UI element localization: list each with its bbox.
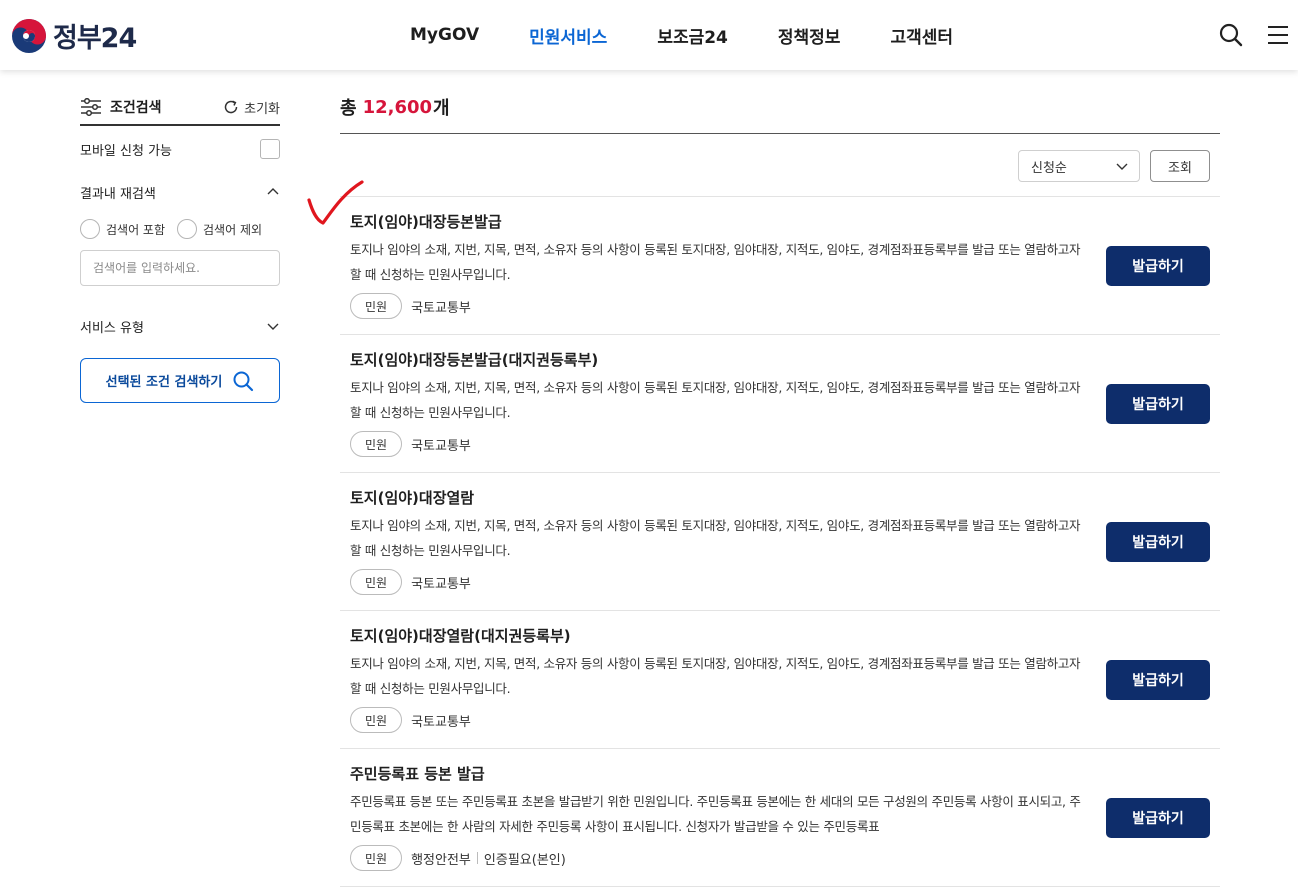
- item-title[interactable]: 토지(임야)대장열람(대지권등록부): [350, 625, 1220, 647]
- filter-header: 조건검색 초기화: [80, 90, 280, 126]
- service-type-section-header[interactable]: 서비스 유형: [80, 316, 280, 336]
- category-tag: 민원: [350, 569, 403, 595]
- main-nav: MyGOV 민원서비스 보조금24 정책정보 고객센터: [385, 0, 978, 70]
- search-icon[interactable]: [1218, 22, 1244, 48]
- item-title[interactable]: 토지(임야)대장열람: [350, 487, 1220, 509]
- category-tag: 민원: [350, 431, 403, 457]
- issue-button[interactable]: 발급하기: [1106, 798, 1210, 838]
- issue-button[interactable]: 발급하기: [1106, 384, 1210, 424]
- list-item: 토지(임야)대장등본발급(대지권등록부) 토지나 임야의 소재, 지번, 지목,…: [340, 335, 1220, 473]
- reset-button[interactable]: 초기화: [222, 98, 280, 117]
- nav-subsidy24[interactable]: 보조금24: [657, 23, 728, 48]
- radio-exclude-circle[interactable]: [177, 219, 198, 239]
- list-item: 토지(임야)대장등본발급 토지나 임야의 소재, 지번, 지목, 면적, 소유자…: [340, 197, 1220, 335]
- total-count: 12,600: [362, 96, 433, 118]
- item-description: 토지나 임야의 소재, 지번, 지목, 면적, 소유자 등의 사항이 등록된 토…: [350, 518, 1081, 558]
- site-header: 정부24 MyGOV 민원서비스 보조금24 정책정보 고객센터: [0, 0, 1298, 70]
- logo-text: 정부24: [53, 23, 137, 54]
- taegeuk-logo-icon: [11, 18, 47, 54]
- apply-filter-button[interactable]: 선택된 조건 검색하기: [80, 358, 280, 403]
- item-meta: 민원 국토교통부: [350, 569, 1220, 595]
- filter-sidebar: 조건검색 초기화 모바일 신청 가능 결과내 재검색 검색어 포함 검색어 제외…: [80, 90, 280, 403]
- filter-title: 조건검색: [80, 97, 162, 117]
- list-item: 주민등록표 등본 발급 주민등록표 등본 또는 주민등록표 초본을 발급받기 위…: [340, 749, 1220, 887]
- chevron-up-icon[interactable]: [266, 187, 280, 197]
- department: 국토교통부: [411, 438, 471, 454]
- category-tag: 민원: [350, 707, 403, 733]
- reset-label: 초기화: [244, 101, 280, 117]
- item-title[interactable]: 주민등록표 등본 발급: [350, 763, 1220, 785]
- divider: [340, 133, 1220, 134]
- list-item: 토지(임야)대장열람(대지권등록부) 토지나 임야의 소재, 지번, 지목, 면…: [340, 611, 1220, 749]
- nav-civil-services[interactable]: 민원서비스: [529, 23, 607, 48]
- department: 행정안전부: [411, 852, 471, 868]
- sort-select[interactable]: 신청순: [1018, 150, 1140, 182]
- research-input[interactable]: [80, 250, 280, 286]
- item-title[interactable]: 토지(임야)대장등본발급: [350, 211, 1220, 233]
- refresh-icon: [224, 100, 238, 114]
- mobile-filter-checkbox[interactable]: [260, 139, 280, 159]
- logo[interactable]: 정부24: [11, 16, 137, 55]
- item-title[interactable]: 토지(임야)대장등본발급(대지권등록부): [350, 349, 1220, 371]
- result-toolbar: 신청순 조회: [1018, 150, 1210, 182]
- research-label: 결과내 재검색: [80, 186, 156, 202]
- item-meta: 민원 국토교통부: [350, 707, 1220, 733]
- issue-button[interactable]: 발급하기: [1106, 522, 1210, 562]
- issue-button[interactable]: 발급하기: [1106, 660, 1210, 700]
- nav-mygov[interactable]: MyGOV: [410, 25, 479, 45]
- radio-exclude-label: 검색어 제외: [203, 222, 263, 237]
- auth-required-label: 인증필요(본인): [477, 849, 566, 868]
- results-area: 총 12,600 개 신청순 조회 토지(임야)대장등본발급 토지나 임야의 소…: [340, 90, 1220, 887]
- list-item: 토지(임야)대장열람 토지나 임야의 소재, 지번, 지목, 면적, 소유자 등…: [340, 473, 1220, 611]
- hamburger-menu-icon[interactable]: [1265, 22, 1291, 48]
- radio-include-circle[interactable]: [80, 219, 100, 239]
- item-meta: 민원 국토교통부: [350, 431, 1220, 457]
- total-prefix: 총: [340, 98, 357, 119]
- search-icon: [233, 371, 254, 391]
- nav-policy-info[interactable]: 정책정보: [778, 23, 841, 48]
- query-button[interactable]: 조회: [1150, 150, 1210, 182]
- department: 국토교통부: [411, 714, 471, 730]
- issue-button[interactable]: 발급하기: [1106, 246, 1210, 286]
- chevron-down-icon[interactable]: [266, 321, 280, 331]
- chevron-down-icon: [1116, 163, 1128, 170]
- item-description: 주민등록표 등본 또는 주민등록표 초본을 발급받기 위한 민원입니다. 주민등…: [350, 794, 1081, 834]
- department: 국토교통부: [411, 576, 471, 592]
- filter-title-label: 조건검색: [110, 100, 162, 116]
- total-suffix: 개: [433, 98, 450, 119]
- nav-customer-center[interactable]: 고객센터: [890, 23, 953, 48]
- service-type-label: 서비스 유형: [80, 320, 144, 336]
- sort-selected: 신청순: [1031, 160, 1067, 176]
- search-scope-radios: 검색어 포함 검색어 제외: [80, 218, 280, 240]
- mobile-filter-row: 모바일 신청 가능: [80, 138, 280, 160]
- item-description: 토지나 임야의 소재, 지번, 지목, 면적, 소유자 등의 사항이 등록된 토…: [350, 380, 1081, 420]
- category-tag: 민원: [350, 845, 403, 871]
- result-list: 토지(임야)대장등본발급 토지나 임야의 소재, 지번, 지목, 면적, 소유자…: [340, 197, 1220, 887]
- filter-sliders-icon: [81, 98, 101, 116]
- item-meta: 민원 국토교통부: [350, 293, 1220, 319]
- mobile-filter-label: 모바일 신청 가능: [80, 143, 172, 159]
- radio-include-label: 검색어 포함: [106, 222, 166, 237]
- item-meta: 민원 행정안전부 인증필요(본인): [350, 845, 1220, 871]
- department: 국토교통부: [411, 300, 471, 316]
- radio-exclude[interactable]: 검색어 제외: [177, 219, 262, 239]
- result-total: 총 12,600 개: [340, 90, 1220, 124]
- research-section-header[interactable]: 결과내 재검색: [80, 182, 280, 202]
- radio-include[interactable]: 검색어 포함: [80, 219, 165, 239]
- category-tag: 민원: [350, 293, 403, 319]
- apply-filter-label: 선택된 조건 검색하기: [105, 375, 223, 390]
- red-checkmark-annotation: [307, 180, 364, 225]
- item-description: 토지나 임야의 소재, 지번, 지목, 면적, 소유자 등의 사항이 등록된 토…: [350, 242, 1081, 282]
- item-description: 토지나 임야의 소재, 지번, 지목, 면적, 소유자 등의 사항이 등록된 토…: [350, 656, 1081, 696]
